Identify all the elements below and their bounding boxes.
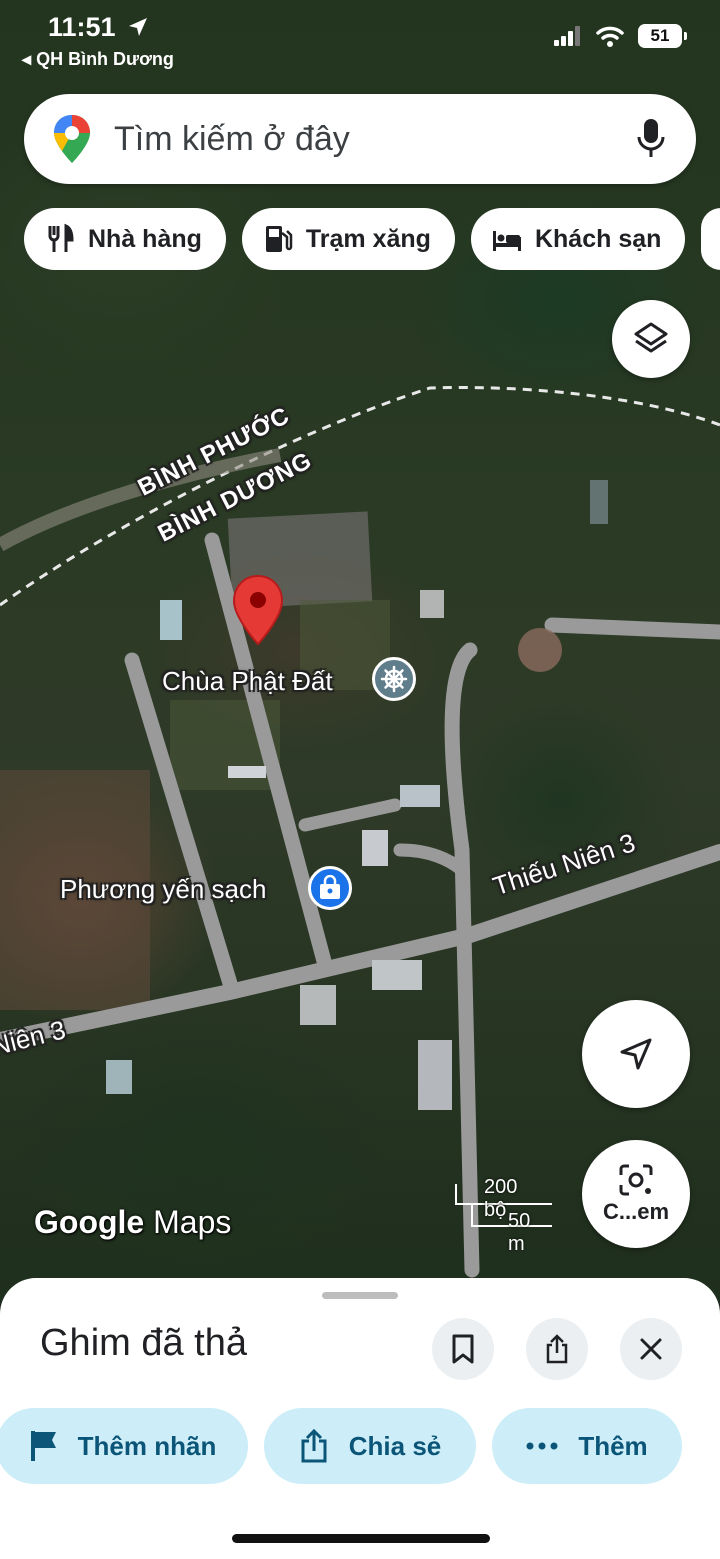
flag-icon (30, 1431, 56, 1461)
chip-gas-stations-label: Trạm xăng (305, 224, 431, 253)
search-input[interactable]: Tìm kiếm ở đây (114, 120, 636, 159)
location-arrow-icon (129, 18, 148, 36)
status-icons: 51 (554, 24, 687, 48)
back-app-label: QH Bình Dương (36, 49, 174, 69)
lens-button[interactable]: C...em (582, 1140, 690, 1248)
poi-label-shop[interactable]: Phương yến sạch (60, 874, 266, 905)
my-location-button[interactable] (582, 1000, 690, 1108)
lens-button-label: C...em (602, 1199, 670, 1224)
sheet-drag-handle[interactable] (322, 1292, 398, 1299)
close-sheet-button[interactable] (620, 1318, 682, 1380)
logo-maps-text: Maps (153, 1204, 232, 1240)
share-button[interactable]: Chia sẻ (264, 1408, 476, 1484)
more-button[interactable]: Thêm (492, 1408, 682, 1484)
microphone-icon[interactable] (636, 117, 666, 161)
chip-restaurants[interactable]: Nhà hàng (24, 208, 226, 270)
poi-label-temple[interactable]: Chùa Phật Đất (162, 666, 333, 697)
add-label-text: Thêm nhãn (77, 1430, 217, 1461)
category-chips: Nhà hàng Trạm xăng Khách sạn (24, 208, 720, 270)
more-icon (526, 1442, 558, 1450)
add-label-button[interactable]: Thêm nhãn (0, 1408, 248, 1484)
cellular-signal-icon (554, 26, 580, 46)
scale-meters-label: 50 m (508, 1210, 531, 1255)
road-network (0, 385, 720, 1278)
logo-google-text: Google (34, 1204, 145, 1240)
battery-indicator: 51 (638, 24, 687, 48)
save-bookmark-button[interactable] (432, 1318, 494, 1380)
layers-icon (634, 322, 668, 353)
back-to-app-link[interactable]: ◂ QH Bình Dương (22, 49, 174, 70)
bookmark-icon (452, 1334, 474, 1364)
share-upload-icon (546, 1334, 568, 1364)
chip-more-partial[interactable] (701, 208, 720, 270)
home-indicator[interactable] (232, 1534, 490, 1543)
wifi-icon (596, 26, 624, 47)
satellite-map[interactable]: BÌNH PHƯỚC BÌNH DƯƠNG Chùa Phật Đất Phươ… (0, 0, 720, 1300)
dropped-pin-icon[interactable] (232, 574, 284, 646)
camera-lens-icon (619, 1164, 653, 1196)
temple-icon[interactable] (372, 657, 416, 701)
status-time: 11:51 (48, 12, 149, 43)
hotel-icon (492, 231, 521, 251)
close-icon (640, 1338, 662, 1360)
gas-station-icon (265, 226, 293, 252)
chip-gas-stations[interactable]: Trạm xăng (241, 208, 455, 270)
back-chevron-icon: ◂ (22, 49, 32, 69)
share-text: Chia sẻ (348, 1430, 442, 1461)
sheet-title: Ghim đã thả (40, 1322, 247, 1364)
google-maps-logo-icon (54, 115, 90, 163)
google-maps-logo: Google Maps (34, 1204, 231, 1241)
navigation-arrow-icon (620, 1038, 652, 1070)
status-bar: 11:51 ◂ QH Bình Dương 51 (0, 0, 720, 80)
chip-restaurants-label: Nhà hàng (88, 224, 202, 253)
more-text: Thêm (578, 1430, 648, 1461)
sheet-action-pills: Thêm nhãn Chia sẻ Thêm (0, 1408, 682, 1484)
chip-hotels-label: Khách sạn (534, 224, 662, 253)
dropped-pin-sheet[interactable]: Ghim đã thả Thêm nhãn Chia sẻ Thêm (0, 1278, 720, 1559)
share-icon (301, 1428, 327, 1463)
time-text: 11:51 (48, 12, 116, 42)
share-icon-button[interactable] (526, 1318, 588, 1380)
search-bar[interactable]: Tìm kiếm ở đây (24, 94, 696, 184)
shopping-bag-icon[interactable] (308, 866, 352, 910)
restaurant-icon (48, 223, 74, 252)
sheet-header-actions (432, 1318, 682, 1380)
map-layers-button[interactable] (612, 300, 690, 378)
chip-hotels[interactable]: Khách sạn (470, 208, 686, 270)
